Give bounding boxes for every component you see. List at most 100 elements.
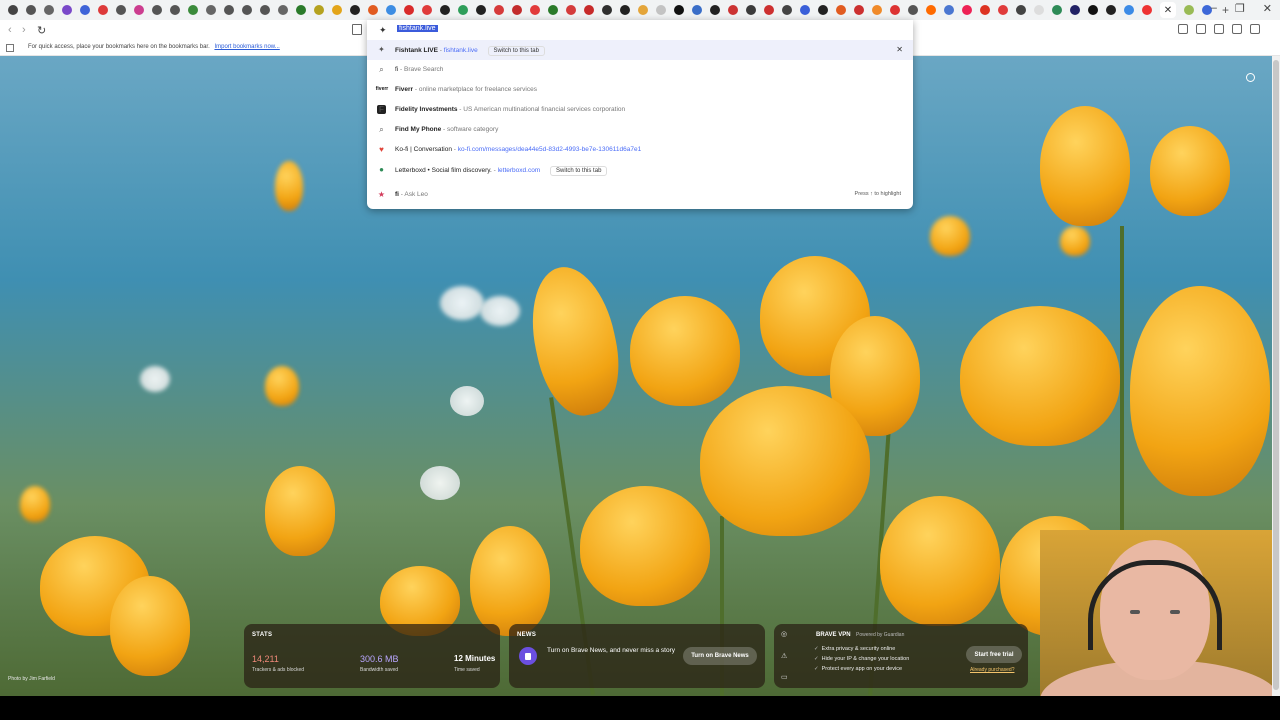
tab-favicon[interactable] <box>980 5 990 15</box>
suggestion-row[interactable]: ⌕ fi - Brave Search <box>367 60 913 80</box>
menu-icon[interactable] <box>1250 24 1260 34</box>
vpn-widget[interactable]: ◎ ⚠ ▭ BRAVE VPN Powered by Guardian Extr… <box>774 624 1028 688</box>
tab-favicon[interactable] <box>548 5 558 15</box>
suggestion-row[interactable]: ★ fi - Ask Leo Press ↑ to highlight <box>367 185 913 205</box>
suggestion-row[interactable]: ♥ Ko-fi | Conversation - ko-fi.com/messa… <box>367 140 913 160</box>
tab-favicon[interactable] <box>1124 5 1134 15</box>
suggestion-row[interactable]: ● Letterboxd • Social film discovery. - … <box>367 160 913 180</box>
switch-to-tab-button[interactable]: Switch to this tab <box>550 166 608 176</box>
close-window-button[interactable]: ✕ <box>1263 2 1272 15</box>
sidebar-icon[interactable] <box>1196 24 1206 34</box>
tab-favicon[interactable] <box>260 5 270 15</box>
wallet-icon[interactable] <box>1214 24 1224 34</box>
tab-favicon[interactable] <box>854 5 864 15</box>
suggestion-row[interactable]: ✦ Fishtank LIVE - fishtank.live Switch t… <box>367 40 913 60</box>
address-bar[interactable]: ✦ fishtank.live <box>367 20 913 40</box>
tab-favicon[interactable] <box>962 5 972 15</box>
tab-favicon[interactable] <box>1070 5 1080 15</box>
import-bookmarks-link[interactable]: Import bookmarks now... <box>214 44 279 50</box>
tab-favicon[interactable] <box>26 5 36 15</box>
remove-suggestion-icon[interactable]: ✕ <box>896 45 903 54</box>
tab-favicon[interactable] <box>1184 5 1194 15</box>
start-free-trial-button[interactable]: Start free trial <box>966 646 1022 663</box>
tab-favicon[interactable] <box>1088 5 1098 15</box>
reload-button[interactable]: ↻ <box>37 24 46 37</box>
tab-favicon[interactable] <box>170 5 180 15</box>
tab-favicon[interactable] <box>746 5 756 15</box>
page-scrollbar[interactable] <box>1272 56 1280 696</box>
tab-favicon[interactable] <box>710 5 720 15</box>
tab-favicon[interactable] <box>674 5 684 15</box>
tab-favicon[interactable] <box>890 5 900 15</box>
tab-favicon[interactable] <box>872 5 882 15</box>
tab-favicon[interactable] <box>728 5 738 15</box>
tab-favicon[interactable] <box>224 5 234 15</box>
tab-favicon[interactable] <box>80 5 90 15</box>
tab-favicon[interactable] <box>494 5 504 15</box>
back-button[interactable]: ‹ <box>8 24 12 36</box>
tab-favicon[interactable] <box>350 5 360 15</box>
apps-icon[interactable] <box>6 44 14 52</box>
tab-favicon[interactable] <box>62 5 72 15</box>
tab-favicon[interactable] <box>44 5 54 15</box>
tab-favicon[interactable] <box>530 5 540 15</box>
tab-favicon[interactable] <box>404 5 414 15</box>
suggestion-row[interactable]: F Fidelity Investments - US American mul… <box>367 100 913 120</box>
extensions-icon[interactable] <box>1178 24 1188 34</box>
tab-favicon[interactable] <box>242 5 252 15</box>
tab-favicon[interactable] <box>1106 5 1116 15</box>
tab-favicon[interactable] <box>944 5 954 15</box>
tab-favicon[interactable] <box>314 5 324 15</box>
suggestion-row[interactable]: ⌕ Find My Phone - software category <box>367 120 913 140</box>
tab-favicon[interactable] <box>584 5 594 15</box>
tab-favicon[interactable] <box>1052 5 1062 15</box>
tab-favicon[interactable] <box>800 5 810 15</box>
tab-favicon[interactable] <box>422 5 432 15</box>
tab-favicon[interactable] <box>1142 5 1152 15</box>
tab-favicon[interactable] <box>1016 5 1026 15</box>
tab-favicon[interactable] <box>278 5 288 15</box>
tab-favicon[interactable] <box>116 5 126 15</box>
tab-favicon[interactable] <box>908 5 918 15</box>
tab-favicon[interactable] <box>926 5 936 15</box>
tab-favicon[interactable] <box>8 5 18 15</box>
suggestion-row[interactable]: fiverr Fiverr - online marketplace for f… <box>367 80 913 100</box>
turn-on-news-button[interactable]: Turn on Brave News <box>683 647 757 665</box>
tab-favicon[interactable] <box>332 5 342 15</box>
tab-favicon[interactable] <box>386 5 396 15</box>
minimize-button[interactable]: – <box>1211 2 1217 15</box>
restore-button[interactable]: ❐ <box>1235 2 1245 15</box>
tab-favicon[interactable] <box>152 5 162 15</box>
tab-favicon[interactable] <box>98 5 108 15</box>
tab-favicon[interactable] <box>476 5 486 15</box>
tab-favicon[interactable] <box>134 5 144 15</box>
scrollbar-thumb[interactable] <box>1273 60 1279 690</box>
tab-favicon[interactable] <box>692 5 702 15</box>
tab-favicon[interactable] <box>782 5 792 15</box>
tab-favicon[interactable] <box>764 5 774 15</box>
stats-widget[interactable]: STATS 14,211 Trackers & ads blocked 300.… <box>244 624 500 688</box>
tab-favicon[interactable] <box>836 5 846 15</box>
active-tab-close-icon[interactable]: ✕ <box>1160 2 1176 18</box>
news-widget[interactable]: NEWS Turn on Brave News, and never miss … <box>509 624 765 688</box>
tab-favicon[interactable] <box>998 5 1008 15</box>
tab-favicon[interactable] <box>602 5 612 15</box>
tab-favicon[interactable] <box>818 5 828 15</box>
tab-favicon[interactable] <box>1034 5 1044 15</box>
tab-favicon[interactable] <box>440 5 450 15</box>
rewards-icon[interactable] <box>1232 24 1242 34</box>
tab-favicon[interactable] <box>566 5 576 15</box>
tab-favicon[interactable] <box>512 5 522 15</box>
tab-favicon[interactable] <box>656 5 666 15</box>
tab-favicon[interactable] <box>296 5 306 15</box>
gear-icon[interactable] <box>1246 73 1255 82</box>
forward-button[interactable]: › <box>22 24 26 36</box>
photo-credit[interactable]: Photo by Jim Farfield <box>8 676 55 682</box>
tab-favicon[interactable] <box>638 5 648 15</box>
tab-favicon[interactable] <box>206 5 216 15</box>
address-bar-selected-text[interactable]: fishtank.live <box>397 25 438 32</box>
tab-favicon[interactable] <box>458 5 468 15</box>
bookmark-icon[interactable] <box>352 24 362 35</box>
tab-favicon[interactable] <box>620 5 630 15</box>
tab-favicon[interactable] <box>188 5 198 15</box>
